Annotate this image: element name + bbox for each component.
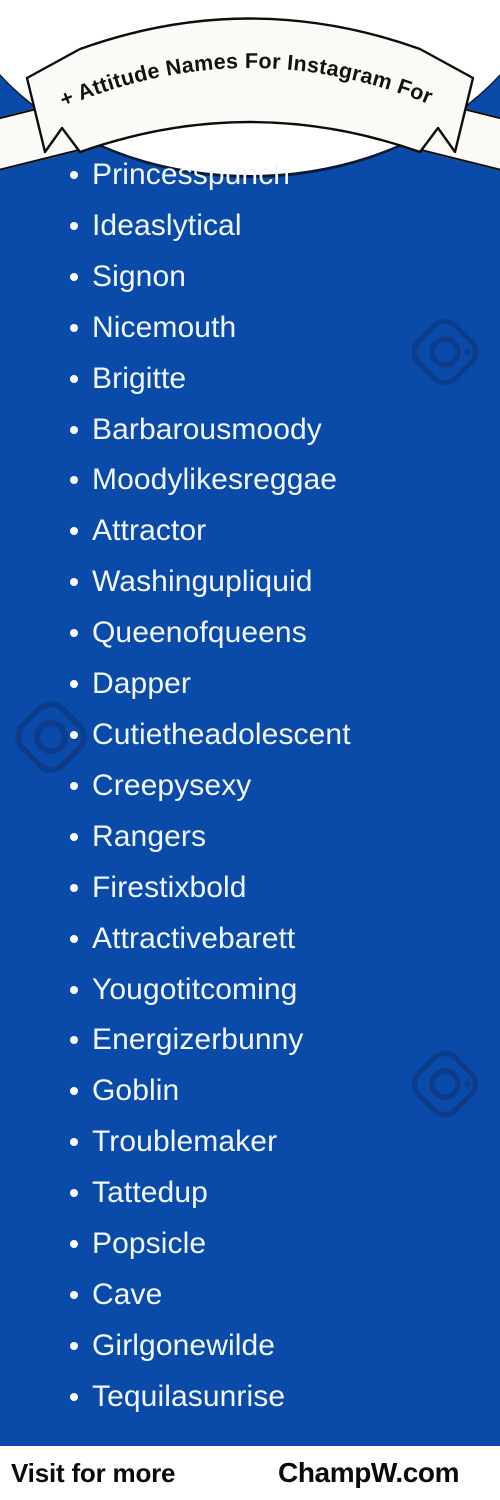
list-item: Nicemouth	[70, 303, 500, 354]
bullet-icon	[70, 323, 78, 332]
list-item: Attractor	[70, 506, 500, 557]
list-item-label: Goblin	[92, 1074, 180, 1108]
list-item: Washingupliquid	[70, 557, 500, 608]
list-item-label: Tequilasunrise	[92, 1379, 286, 1413]
list-item-label: Girlgonewilde	[92, 1328, 276, 1362]
list-item-label: Creepysexy	[92, 768, 252, 802]
list-item-label: Cave	[92, 1277, 163, 1311]
bullet-icon	[70, 578, 78, 587]
attitude-names-list: Princesspunch Ideaslytical Signon Nicemouth…	[0, 150, 500, 1423]
bullet-icon	[70, 1341, 78, 1350]
list-item: Signon	[70, 252, 500, 303]
list-item-label: Barbarousmoody	[92, 412, 322, 446]
bullet-icon	[70, 781, 78, 790]
bullet-icon	[70, 832, 78, 841]
list-item: Queenofqueens	[70, 608, 500, 659]
bullet-icon	[70, 1036, 78, 1045]
list-item: Girlgonewilde	[70, 1321, 500, 1372]
list-item: Energizerbunny	[70, 1015, 500, 1066]
bullet-icon	[70, 629, 78, 638]
poster: 350+ Attitude Names For Instagram For Gi…	[0, 0, 500, 1500]
bullet-icon	[70, 1138, 78, 1147]
list-item-label: Rangers	[92, 819, 207, 853]
list-item-label: Troublemaker	[92, 1125, 278, 1159]
bullet-icon	[70, 272, 78, 281]
footer-visit-label: Visit for more	[11, 1457, 176, 1488]
list-item: Dapper	[70, 659, 500, 710]
list-item-label: Popsicle	[92, 1227, 207, 1261]
list-item: Ideaslytical	[70, 201, 500, 252]
list-item-label: Yougotitcoming	[92, 972, 298, 1006]
bullet-icon	[70, 1392, 78, 1401]
list-item-label: Energizerbunny	[92, 1023, 304, 1057]
list-item-label: Signon	[92, 259, 187, 293]
bullet-icon	[70, 527, 78, 536]
list-item: Brigitte	[70, 354, 500, 405]
list-item: Moodylikesreggae	[70, 455, 500, 506]
list-item: Tequilasunrise	[70, 1372, 500, 1423]
bullet-icon	[70, 934, 78, 943]
bullet-icon	[70, 476, 78, 485]
bullet-icon	[70, 1189, 78, 1198]
bullet-icon	[70, 425, 78, 434]
list-item: Barbarousmoody	[70, 405, 500, 456]
list-item-label: Attractor	[92, 514, 207, 548]
list-item: Tattedup	[70, 1168, 500, 1219]
list-item: Creepysexy	[70, 761, 500, 812]
list-item-label: Washingupliquid	[92, 565, 313, 599]
list-item: Popsicle	[70, 1219, 500, 1270]
bullet-icon	[70, 680, 78, 689]
bullet-icon	[70, 985, 78, 994]
list-item: Cutietheadolescent	[70, 710, 500, 761]
bullet-icon	[70, 221, 78, 230]
list-item: Goblin	[70, 1066, 500, 1117]
title-banner: 350+ Attitude Names For Instagram For Gi…	[0, 0, 500, 200]
bullet-icon	[70, 883, 78, 892]
list-item-label: Attractivebarett	[92, 921, 296, 955]
list-item-label: Ideaslytical	[92, 208, 242, 242]
bullet-icon	[70, 1087, 78, 1096]
list-item-label: Moodylikesreggae	[92, 463, 338, 497]
list-item-label: Cutietheadolescent	[92, 717, 351, 751]
bullet-icon	[70, 374, 78, 383]
list-item-label: Dapper	[92, 667, 191, 701]
list-item: Firestixbold	[70, 863, 500, 914]
list-item: Troublemaker	[70, 1117, 500, 1168]
list-item-label: Nicemouth	[92, 310, 237, 344]
bullet-icon	[70, 1290, 78, 1299]
bullet-icon	[70, 730, 78, 739]
bullet-icon	[70, 1240, 78, 1249]
list-item: Rangers	[70, 812, 500, 863]
footer-site-name[interactable]: ChampW.com	[278, 1457, 460, 1489]
list-item-label: Brigitte	[92, 361, 187, 395]
list-item-label: Queenofqueens	[92, 616, 307, 650]
footer-bar: Visit for more ChampW.com	[0, 1446, 500, 1500]
list-item: Cave	[70, 1270, 500, 1321]
list-item: Yougotitcoming	[70, 965, 500, 1016]
list-item-label: Firestixbold	[92, 870, 247, 904]
list-item: Attractivebarett	[70, 914, 500, 965]
list-item-label: Tattedup	[92, 1176, 208, 1210]
